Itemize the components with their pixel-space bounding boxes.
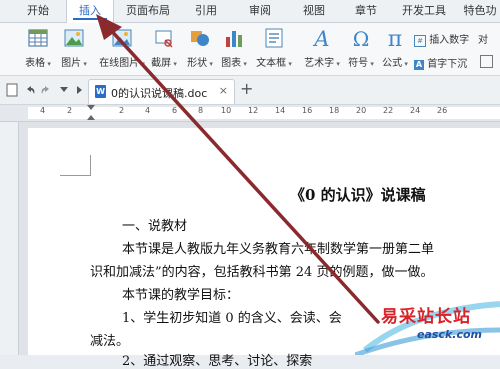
wordart-label: 艺术字 [302,54,342,69]
picture-label: 图片 [58,54,90,69]
table-icon [28,29,48,47]
paragraph-line: 1、学生初步知道 0 的含义、会读、会 [122,311,342,326]
redo-icon[interactable] [40,84,52,96]
ruler-number: 2 [67,106,73,115]
ruler-track [28,107,500,119]
picture-button[interactable]: 图片 [58,27,90,69]
paragraph-line: 识和加减法”的内容，包括教科书第 24 页的例题，做一做。 [90,265,434,280]
indent-marker[interactable] [86,105,96,121]
formula-button[interactable]: π 公式 [380,27,410,69]
page-icon[interactable] [6,83,18,97]
textbox-button[interactable]: 文本框 [254,27,294,69]
tab-insert[interactable]: 插入 [66,0,114,23]
online-picture-icon [112,29,132,47]
new-tab-icon[interactable]: + [240,79,253,98]
ruler-number: 22 [383,106,394,115]
svg-text:A: A [312,27,329,49]
ruler-number: 8 [198,106,204,115]
object-label: 对 [478,35,488,46]
ruler-number: 14 [275,106,286,115]
screenshot-button[interactable]: 截屏 [148,27,180,69]
menu-bar: 开始 插入 页面布局 引用 审阅 视图 章节 开发工具 特色功 [0,0,500,23]
document-title: 《0 的认识》说课稿 [290,186,426,204]
ruler-number: 2 [119,106,125,115]
ruler-number: 18 [329,106,340,115]
symbol-label: 符号 [346,54,376,69]
tab-start[interactable]: 开始 [18,0,58,22]
ruler-number: 10 [221,106,232,115]
insert-number-icon: # [414,35,426,47]
shapes-icon [191,31,209,46]
more-icon [480,55,493,68]
formula-icon: π [388,27,402,49]
symbol-button[interactable]: Ω 符号 [346,27,376,69]
tab-page-layout[interactable]: 页面布局 [120,0,176,22]
ruler-number: 4 [145,106,151,115]
tab-review[interactable]: 审阅 [240,0,280,22]
undo-icon[interactable] [24,84,36,96]
ruler-number: 24 [410,106,421,115]
paragraph-line: 一、说教材 [122,219,188,234]
svg-text:π: π [388,27,402,49]
margin-corner-marker [60,155,91,176]
tab-sections[interactable]: 章节 [346,0,386,22]
object-button[interactable]: 对 [478,31,488,46]
tab-view[interactable]: 视图 [294,0,334,22]
picture-icon [64,29,84,47]
shapes-label: 形状 [184,54,216,69]
word-doc-icon: W [95,85,106,98]
wordart-icon: A [312,27,329,49]
watermark: 易采站长站 easck.com [355,290,500,355]
insert-number-label: 插入数字 [429,35,470,46]
document-tab[interactable]: W 0的认识说课稿.doc × [88,79,235,104]
document-tab-title: 0的认识说课稿.doc [111,87,208,100]
insert-ribbon: 表格 图片 在线图片 截屏 形状 [0,23,500,76]
horizontal-ruler[interactable]: 4 2 2 4 6 8 10 12 14 16 18 20 22 24 26 [0,105,500,122]
tab-special-features[interactable]: 特色功 [458,0,500,22]
quick-access-toolbar: W 0的认识说课稿.doc × + [0,76,500,105]
chart-label: 图表 [218,54,250,69]
screenshot-icon [155,30,173,48]
tab-developer-tools[interactable]: 开发工具 [396,0,452,22]
table-label: 表格 [22,54,54,69]
navigation-icon[interactable] [74,85,84,95]
formula-label: 公式 [380,54,410,69]
first-char-sink-button[interactable]: A 首字下沉 [414,55,467,70]
textbox-icon [265,28,283,48]
ruler-number: 20 [356,106,367,115]
symbol-icon: Ω [353,27,370,49]
wordart-button[interactable]: A 艺术字 [302,27,342,69]
first-char-sink-label: 首字下沉 [427,59,468,70]
ruler-number: 6 [172,106,178,115]
vertical-ruler [0,122,19,355]
watermark-url: easck.com [417,328,482,341]
chart-icon [226,31,242,47]
online-picture-button[interactable]: 在线图片 [98,27,146,69]
close-tab-icon[interactable]: × [219,84,228,97]
paragraph-line: 本节课是人教版九年义务教育六年制数学第一册第二单 [122,242,435,257]
paragraph-line: 2、通过观察、思考、讨论、探索 [122,354,313,369]
shapes-button[interactable]: 形状 [184,27,216,69]
watermark-text: 易采站长站 [381,307,471,327]
more-button[interactable] [480,55,493,71]
textbox-label: 文本框 [254,54,294,69]
ruler-number: 12 [248,106,259,115]
paragraph-line: 本节课的教学目标： [122,288,240,303]
chart-button[interactable]: 图表 [218,27,250,69]
svg-text:Ω: Ω [353,27,370,49]
ruler-number: 16 [302,106,313,115]
first-char-sink-icon: A [414,60,424,70]
insert-number-button[interactable]: # 插入数字 [414,31,469,47]
tab-references[interactable]: 引用 [186,0,226,22]
screenshot-label: 截屏 [148,54,180,69]
paragraph-line: 减法。 [90,334,130,349]
online-picture-label: 在线图片 [98,54,146,69]
table-button[interactable]: 表格 [22,27,54,69]
ruler-number: 4 [40,106,46,115]
dropdown-icon[interactable] [60,87,68,93]
ruler-number: 26 [437,106,448,115]
